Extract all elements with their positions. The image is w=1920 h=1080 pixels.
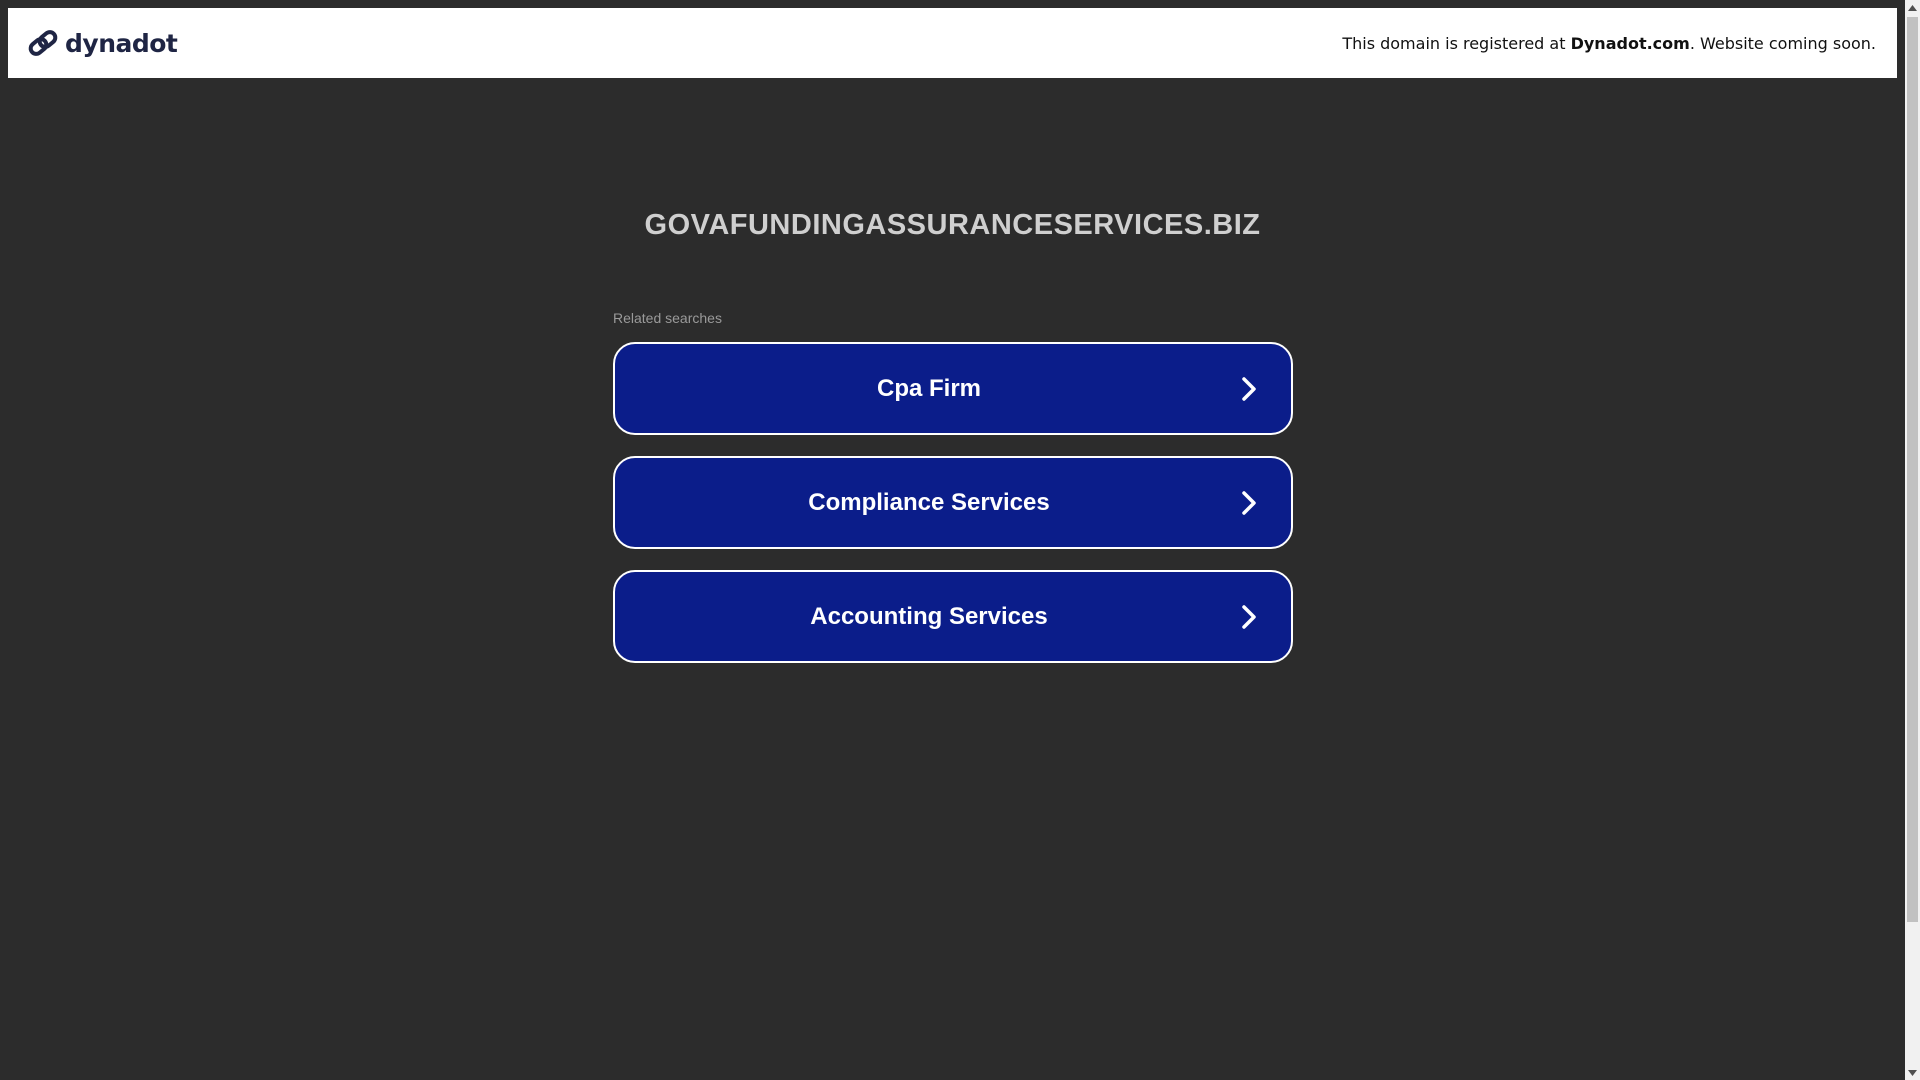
chevron-right-icon xyxy=(1242,604,1256,629)
dynadot-logo[interactable]: dynadot xyxy=(27,25,178,61)
chevron-right-icon xyxy=(1242,490,1256,515)
related-link-cpa-firm[interactable]: Cpa Firm xyxy=(613,342,1293,435)
page-content: dynadot This domain is registered at Dyn… xyxy=(0,0,1905,1080)
registration-notice: This domain is registered at Dynadot.com… xyxy=(1342,8,1876,78)
related-link-label: Cpa Firm xyxy=(876,374,981,402)
scroll-up-arrow-icon[interactable] xyxy=(1905,0,1920,15)
chevron-right-icon xyxy=(1242,376,1256,401)
related-link-compliance-services[interactable]: Compliance Services xyxy=(613,456,1293,549)
notice-prefix: This domain is registered at xyxy=(1342,33,1566,53)
domain-title: GOVAFUNDINGASSURANCESERVICES.BIZ xyxy=(644,209,1261,241)
logo-text: dynadot xyxy=(65,28,178,58)
related-searches-label: Related searches xyxy=(613,310,722,326)
vertical-scrollbar[interactable] xyxy=(1905,0,1920,1080)
scrollbar-thumb[interactable] xyxy=(1907,17,1918,922)
notice-brand-link[interactable]: Dynadot.com xyxy=(1571,34,1690,53)
related-link-accounting-services[interactable]: Accounting Services xyxy=(613,570,1293,663)
notice-suffix: . Website coming soon. xyxy=(1689,33,1876,53)
related-link-label: Accounting Services xyxy=(810,602,1048,630)
top-bar: dynadot This domain is registered at Dyn… xyxy=(8,8,1897,78)
scroll-down-arrow-icon[interactable] xyxy=(1905,1065,1920,1080)
related-link-label: Compliance Services xyxy=(808,488,1050,516)
dynadot-link-icon xyxy=(27,27,59,59)
page: dynadot This domain is registered at Dyn… xyxy=(0,0,1920,1080)
